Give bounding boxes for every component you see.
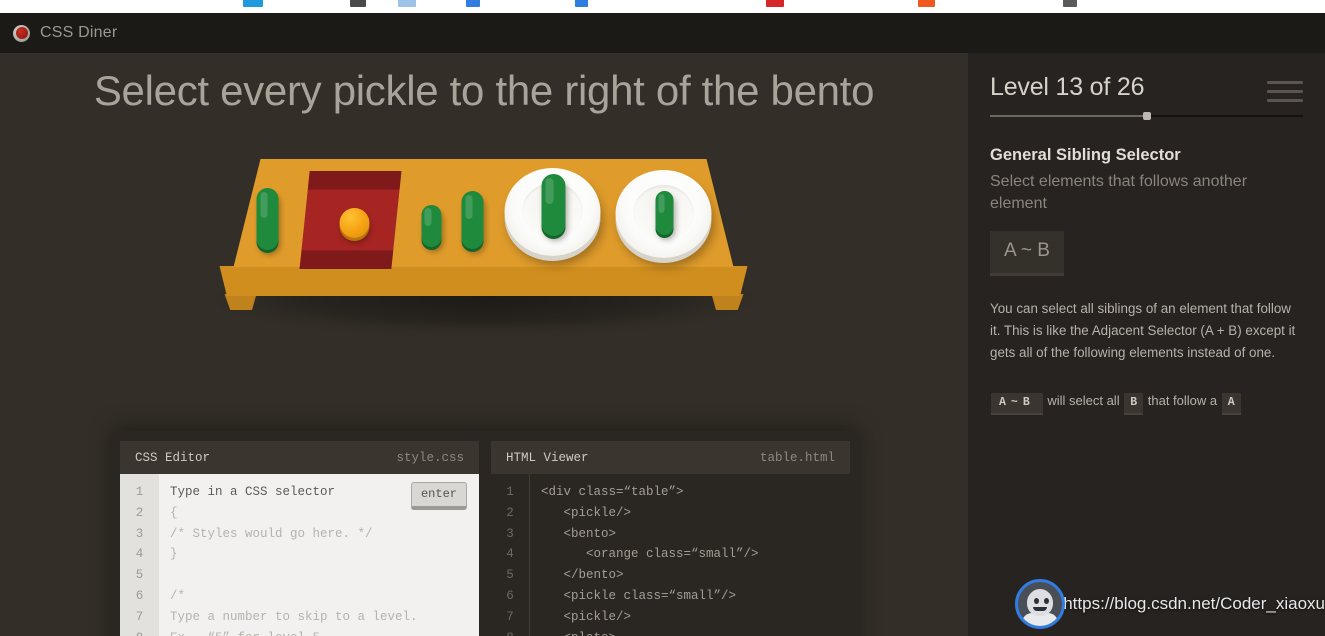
table-item-plate[interactable] [504, 168, 601, 256]
lesson-description: You can select all siblings of an elemen… [990, 301, 1296, 360]
level-instruction: Select every pickle to the right of the … [93, 67, 875, 114]
line-number: 4 [506, 547, 514, 562]
line-number: 4 [135, 547, 144, 562]
html-viewer-line-numbers: 123456789 [491, 474, 530, 636]
bookmark-icon[interactable] [1063, 0, 1077, 7]
line-number: 7 [135, 609, 144, 624]
code-line: <plate> [541, 628, 850, 636]
hamburger-icon[interactable] [1267, 73, 1303, 102]
browser-bookmark-strip [0, 0, 1325, 13]
line-number: 1 [506, 485, 514, 499]
progress-fill [990, 115, 1147, 117]
code-line: /* [170, 588, 186, 603]
bookmark-icon[interactable] [398, 0, 416, 7]
html-viewer-header: HTML Viewer table.html [491, 441, 850, 474]
code-line: Type a number to skip to a level. [170, 609, 418, 624]
app-header: CSS Diner [0, 13, 1325, 53]
pickle-shape[interactable] [256, 188, 279, 250]
bento-band [307, 171, 402, 190]
line-number: 6 [135, 588, 144, 603]
bento-shape[interactable] [299, 171, 402, 269]
code-line: Ex → “5” for level 5 [170, 628, 479, 636]
app-root: CSS Diner Select every pickle to the rig… [0, 0, 1325, 636]
pickle-shape[interactable] [541, 174, 566, 236]
bento-band [299, 250, 394, 269]
html-viewer-code[interactable]: <div class=“table”> <pickle/> <bento> <o… [530, 474, 850, 636]
line-number: 3 [135, 526, 144, 541]
css-editor-line-numbers: 123456789 [120, 474, 159, 636]
bookmark-icon[interactable] [466, 0, 480, 7]
level-progress-bar[interactable] [990, 112, 1303, 120]
app-title: CSS Diner [40, 24, 118, 41]
line-number: 2 [135, 505, 144, 520]
lesson-subtitle: Select elements that follows another ele… [990, 173, 1248, 213]
bookmark-icon[interactable] [575, 0, 588, 7]
line-number: 2 [506, 505, 514, 520]
orange-shape[interactable] [339, 208, 370, 238]
line-number: 6 [506, 588, 514, 603]
table-item-plate[interactable] [615, 170, 712, 258]
game-stage: Select every pickle to the right of the … [0, 53, 968, 636]
example-token-a-combinator-b: A~B [991, 393, 1043, 416]
code-line: <bento> [541, 526, 617, 541]
css-editor-body[interactable]: 123456789 Type in a CSS selector{/* Styl… [120, 474, 479, 636]
bookmark-icon[interactable] [766, 0, 784, 7]
pickle-shape[interactable] [461, 191, 484, 249]
css-editor-title: CSS Editor [135, 450, 211, 465]
code-editors: CSS Editor style.css 123456789 Type in a… [110, 431, 860, 636]
avatar-icon [1015, 579, 1066, 629]
example-token-b: B [1124, 393, 1144, 416]
table-item-pickle[interactable] [256, 188, 279, 250]
css-editor-header: CSS Editor style.css [120, 441, 479, 474]
enter-button[interactable]: enter [410, 482, 467, 510]
table-scene [0, 157, 968, 427]
pickle-shape[interactable] [421, 205, 442, 247]
html-viewer-panel: HTML Viewer table.html 123456789 <div cl… [491, 441, 850, 636]
table-item-bento[interactable] [299, 171, 402, 269]
line-number: 3 [506, 526, 514, 541]
lesson-title: General Sibling Selector [990, 146, 1181, 164]
code-line: } [170, 547, 178, 562]
html-viewer-body: 123456789 <div class=“table”> <pickle/> … [491, 474, 850, 636]
bookmark-icon[interactable] [350, 0, 366, 7]
table-front-edge [219, 266, 748, 296]
line-number: 7 [506, 609, 514, 624]
line-number: 8 [491, 628, 529, 636]
html-viewer-title: HTML Viewer [506, 450, 589, 465]
code-line: <pickle class=“small”/> [541, 588, 737, 603]
bookmark-icon[interactable] [243, 0, 263, 7]
example-token-a: A [1221, 393, 1241, 416]
html-viewer-filename: table.html [759, 450, 835, 465]
code-line: <orange class=“small”/> [541, 547, 759, 562]
line-number: 5 [135, 568, 144, 583]
code-line: <div class=“table”> [541, 485, 684, 499]
css-diner-logo-icon [13, 24, 30, 42]
css-editor-filename: style.css [396, 450, 464, 465]
sidebar: Level 13 of 26 General Sibling Selector … [968, 53, 1325, 636]
code-line: </bento> [541, 568, 624, 583]
selector-syntax-chip: A ~ B [990, 231, 1064, 277]
example-text-1: will select all [1047, 393, 1120, 409]
line-number: 5 [506, 568, 514, 583]
progress-knob [1142, 112, 1151, 120]
bookmark-icon[interactable] [918, 0, 935, 7]
lesson-example: A~B will select all B that follow a A [990, 387, 1303, 416]
table-item-pickle-small[interactable] [421, 205, 442, 247]
code-line: <pickle/> [541, 609, 632, 624]
line-number: 1 [135, 485, 144, 499]
watermark: https://blog.csdn.net/Coder_xiaoxu [1015, 579, 1325, 629]
example-text-2: that follow a [1147, 393, 1218, 409]
line-number: 8 [120, 628, 159, 636]
level-counter: Level 13 of 26 [990, 73, 1145, 101]
watermark-url: https://blog.csdn.net/Coder_xiaoxu [1063, 594, 1325, 613]
css-editor-panel: CSS Editor style.css 123456789 Type in a… [120, 441, 479, 636]
code-line: <pickle/> [541, 505, 632, 520]
pickle-shape[interactable] [655, 191, 674, 235]
dinner-table [212, 157, 757, 347]
code-line: /* Styles would go here. */ [170, 526, 373, 541]
sidebar-header: Level 13 of 26 [990, 73, 1303, 102]
table-item-pickle[interactable] [461, 191, 484, 249]
